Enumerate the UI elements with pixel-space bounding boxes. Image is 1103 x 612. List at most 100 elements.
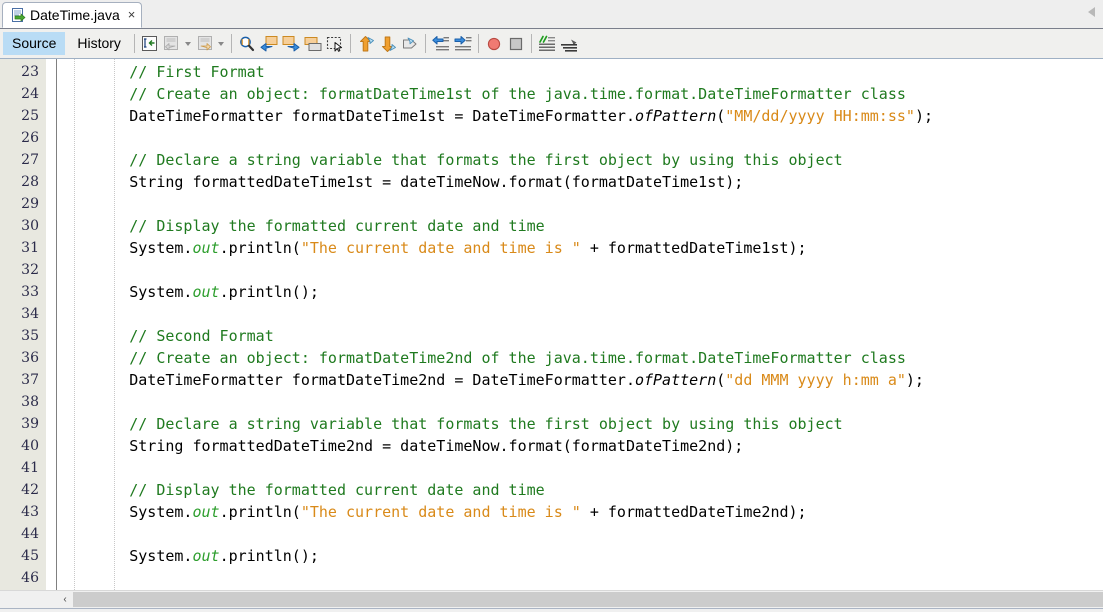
find-next-icon[interactable] (280, 33, 302, 55)
code-line[interactable] (57, 523, 1103, 545)
netbeans-editor-window: DateTime.java × Source History 23 24 25 … (0, 0, 1103, 612)
tab-history-label: History (77, 35, 121, 51)
line-number: 31 (21, 240, 39, 256)
last-edit-icon[interactable] (139, 33, 161, 55)
stop-macro-recording-icon[interactable] (505, 33, 527, 55)
line-number: 27 (21, 152, 39, 168)
code-line[interactable]: // Display the formatted current date an… (57, 215, 1103, 237)
line-number: 28 (21, 174, 39, 190)
code-token: // First Format (57, 63, 265, 81)
find-selection-icon[interactable] (236, 33, 258, 55)
toolbar-separator (349, 34, 351, 53)
line-number: 36 (21, 350, 39, 366)
code-line[interactable]: // Create an object: formatDateTime1st o… (57, 83, 1103, 105)
code-text-area[interactable]: // First Format // Create an object: for… (57, 59, 1103, 590)
line-number: 45 (21, 548, 39, 564)
forward-icon[interactable] (194, 33, 216, 55)
close-icon[interactable]: × (128, 8, 136, 22)
code-line[interactable]: System.out.println("The current date and… (57, 501, 1103, 523)
code-line[interactable]: String formattedDateTime2nd = dateTimeNo… (57, 435, 1103, 457)
tab-source[interactable]: Source (3, 32, 66, 55)
scrollbar-thumb[interactable] (73, 592, 1103, 607)
code-token: out (192, 239, 220, 257)
toggle-highlight-icon[interactable] (302, 33, 324, 55)
toggle-rectangular-selection-icon[interactable] (324, 33, 346, 55)
code-line[interactable] (57, 259, 1103, 281)
document-tab-datetime-java[interactable]: DateTime.java × (2, 2, 143, 28)
line-number: 29 (21, 196, 39, 212)
code-line[interactable]: // Declare a string variable that format… (57, 149, 1103, 171)
line-number: 30 (21, 218, 39, 234)
scrollbar-corner (0, 591, 57, 608)
line-number: 44 (21, 526, 39, 542)
tab-history[interactable]: History (68, 32, 130, 55)
code-token: "The current date and time is " (300, 503, 581, 521)
code-token: "The current date and time is " (300, 239, 581, 257)
code-line[interactable] (57, 457, 1103, 479)
shift-line-left-icon[interactable] (430, 33, 452, 55)
code-line[interactable]: // Declare a string variable that format… (57, 413, 1103, 435)
shift-line-right-icon[interactable] (452, 33, 474, 55)
forward-dropdown-chevron-down-icon[interactable] (216, 33, 227, 55)
code-token: "dd MMM yyyy h:mm a" (725, 371, 906, 389)
back-icon[interactable] (161, 33, 183, 55)
uncomment-icon[interactable] (558, 33, 580, 55)
chevron-left-icon[interactable] (1088, 7, 1095, 17)
tab-bar-filler (142, 1, 1103, 28)
source-editor[interactable]: 23 24 25 26 27 28 29 30 31 32 33 34 35 36 37 38 39 40 41 42… (0, 59, 1103, 590)
code-token: .println( (219, 503, 301, 521)
line-number: 42 (21, 482, 39, 498)
start-macro-recording-icon[interactable] (483, 33, 505, 55)
code-line[interactable]: String formattedDateTime1st = dateTimeNo… (57, 171, 1103, 193)
scrollbar-track[interactable] (73, 591, 1103, 608)
line-number: 41 (21, 460, 39, 476)
code-token: // Display the formatted current date an… (57, 217, 545, 235)
code-line[interactable]: // First Format (57, 61, 1103, 83)
toggle-bookmark-icon[interactable] (399, 33, 421, 55)
code-line[interactable] (57, 391, 1103, 413)
previous-bookmark-icon[interactable] (355, 33, 377, 55)
line-number-gutter: 23 24 25 26 27 28 29 30 31 32 33 34 35 36 37 38 39 40 41 42… (0, 59, 46, 590)
toolbar-separator (530, 34, 532, 53)
line-number: 26 (21, 130, 39, 146)
line-number: 37 (21, 372, 39, 388)
code-line[interactable]: System.out.println("The current date and… (57, 237, 1103, 259)
code-line[interactable]: DateTimeFormatter formatDateTime1st = Da… (57, 105, 1103, 127)
code-line[interactable]: DateTimeFormatter formatDateTime2nd = Da… (57, 369, 1103, 391)
code-token: System. (57, 283, 193, 301)
code-token: // Second Format (57, 327, 274, 345)
code-token: .println(); (219, 283, 319, 301)
code-token: ); (905, 371, 924, 389)
toggle-comment-icon[interactable] (536, 33, 558, 55)
line-number: 25 (21, 108, 39, 124)
line-number: 35 (21, 328, 39, 344)
horizontal-scrollbar[interactable]: ‹ (0, 590, 1103, 608)
code-line[interactable]: // Second Format (57, 325, 1103, 347)
code-line[interactable] (57, 193, 1103, 215)
back-dropdown-chevron-down-icon[interactable] (183, 33, 194, 55)
scroll-left-arrow-icon[interactable]: ‹ (57, 591, 73, 608)
code-token: DateTimeFormatter formatDateTime2nd = Da… (57, 371, 635, 389)
code-line[interactable] (57, 303, 1103, 325)
next-bookmark-icon[interactable] (377, 33, 399, 55)
line-number: 39 (21, 416, 39, 432)
code-token: + formattedDateTime1st); (580, 239, 807, 257)
code-line[interactable]: // Create an object: formatDateTime2nd o… (57, 347, 1103, 369)
java-file-icon (10, 7, 26, 23)
code-token: // Create an object: formatDateTime1st o… (57, 85, 906, 103)
toolbar-separator (477, 34, 479, 53)
code-line[interactable]: System.out.println(); (57, 281, 1103, 303)
code-token: ); (914, 107, 933, 125)
code-line[interactable] (57, 127, 1103, 149)
line-number: 40 (21, 438, 39, 454)
toolbar-separator (424, 34, 426, 53)
code-line[interactable] (57, 567, 1103, 589)
code-token: + formattedDateTime2nd); (580, 503, 807, 521)
find-previous-icon[interactable] (258, 33, 280, 55)
code-line[interactable]: // Display the formatted current date an… (57, 479, 1103, 501)
code-token: System. (57, 503, 193, 521)
code-line[interactable]: System.out.println(); (57, 545, 1103, 567)
line-number: 32 (21, 262, 39, 278)
code-token: ( (716, 371, 726, 389)
document-tab-bar: DateTime.java × (0, 0, 1103, 29)
